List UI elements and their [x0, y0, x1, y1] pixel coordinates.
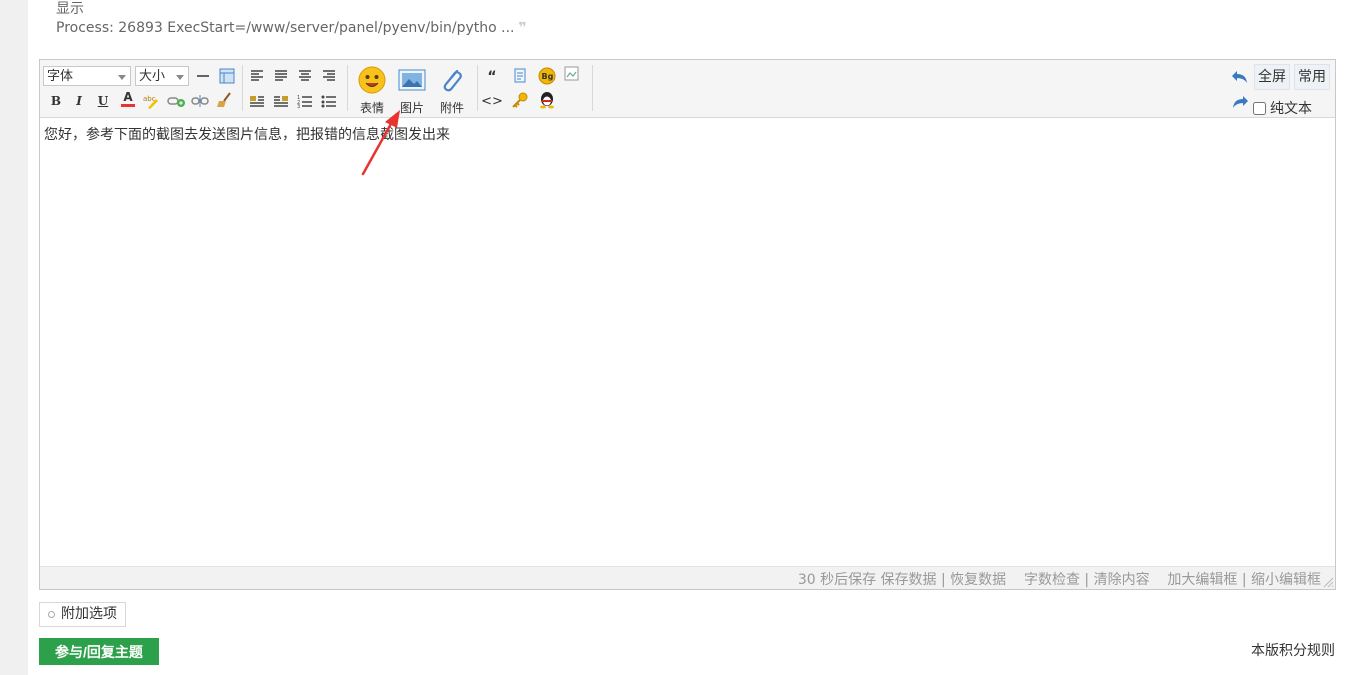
- align-right-button[interactable]: [319, 67, 339, 85]
- unordered-list-icon: [321, 95, 336, 108]
- toolbar-divider: [347, 65, 348, 111]
- svg-text:3: 3: [297, 104, 300, 108]
- broken-image-icon: [564, 66, 579, 81]
- submit-reply-button[interactable]: 参与/回复主题: [39, 638, 159, 665]
- qq-penguin-icon: [540, 92, 554, 109]
- editor-toolbar: 字体 大小 B I U A abc 1 2 3 表情 图片 附件 “ Bg <>…: [40, 60, 1335, 118]
- font-color-button[interactable]: A: [118, 90, 138, 108]
- float-right-button[interactable]: [271, 92, 291, 110]
- html-code-button[interactable]: <>: [481, 92, 503, 110]
- highlight-button[interactable]: abc: [141, 92, 161, 110]
- plaintext-toggle[interactable]: 纯文本: [1253, 98, 1312, 118]
- unordered-list-button[interactable]: [319, 92, 339, 110]
- undo-button[interactable]: [1230, 68, 1250, 86]
- ordered-list-icon: 123: [297, 95, 312, 108]
- key-icon: [512, 92, 528, 108]
- common-mode-button[interactable]: 常用: [1294, 64, 1330, 90]
- paperclip-icon: [443, 69, 462, 92]
- ordered-list-button[interactable]: 123: [295, 92, 315, 110]
- float-right-icon: [274, 96, 288, 107]
- toolbar-divider: [592, 65, 593, 111]
- clear-format-button[interactable]: [215, 91, 235, 109]
- table-button[interactable]: [217, 67, 237, 85]
- bold-button[interactable]: B: [46, 92, 66, 110]
- plaintext-label: 纯文本: [1270, 101, 1312, 117]
- italic-button[interactable]: I: [69, 92, 89, 110]
- quoted-message: 显示 Process: 26893 ExecStart=/www/server/…: [56, 0, 527, 38]
- qq-button[interactable]: [537, 91, 557, 109]
- password-button[interactable]: [510, 91, 530, 109]
- float-left-button[interactable]: [247, 92, 267, 110]
- align-left-icon: [251, 70, 263, 81]
- insert-link-button[interactable]: [166, 92, 186, 110]
- bullet-icon: [48, 610, 55, 618]
- attachment-label: 附件: [439, 101, 464, 115]
- redo-arrow-icon: [1233, 96, 1248, 108]
- broken-image-button[interactable]: [562, 65, 582, 83]
- font-color-label: A: [123, 90, 133, 104]
- quote-line-1: 显示: [56, 1, 84, 17]
- chevron-down-icon: [118, 75, 126, 80]
- bg-color-icon: Bg: [538, 67, 556, 85]
- status-actions[interactable]: 30 秒后保存 保存数据 | 恢复数据 字数检查 | 清除内容 加大编辑框 | …: [798, 569, 1321, 589]
- quote-text: Process: 26893 ExecStart=/www/server/pan…: [56, 20, 515, 36]
- attachment-button[interactable]: 附件: [434, 66, 470, 116]
- font-family-select[interactable]: 字体: [43, 66, 131, 86]
- svg-text:Bg: Bg: [542, 72, 554, 81]
- quote-line-2: Process: 26893 ExecStart=/www/server/pan…: [56, 19, 527, 38]
- fullscreen-button[interactable]: 全屏: [1254, 64, 1290, 90]
- annotation-arrow-icon: [361, 110, 400, 176]
- float-left-icon: [250, 96, 264, 107]
- unlink-button[interactable]: [190, 92, 210, 110]
- close-quote-icon: ❞: [518, 20, 527, 36]
- align-center-button[interactable]: [271, 67, 291, 85]
- plaintext-checkbox[interactable]: [1253, 101, 1266, 115]
- broom-icon: [217, 92, 231, 107]
- unlink-icon: [191, 95, 209, 107]
- resize-grip-icon[interactable]: [1322, 576, 1334, 588]
- undo-arrow-icon: [1232, 71, 1247, 83]
- align-right-icon: [323, 70, 335, 81]
- font-family-select-label: 字体: [47, 69, 74, 84]
- horizontal-rule-button[interactable]: [193, 67, 213, 85]
- highlight-icon: abc: [143, 95, 158, 109]
- font-size-select-label: 大小: [139, 69, 166, 84]
- font-color-swatch: [121, 104, 135, 107]
- image-icon: [398, 69, 426, 91]
- chevron-down-icon: [176, 75, 184, 80]
- link-icon: [167, 97, 185, 107]
- quote-button[interactable]: “: [482, 68, 502, 86]
- underline-button[interactable]: U: [93, 92, 113, 110]
- additional-options-label: 附加选项: [61, 606, 117, 622]
- font-size-select[interactable]: 大小: [135, 66, 189, 86]
- horizontal-rule-icon: [197, 75, 209, 77]
- document-icon: [514, 68, 526, 83]
- left-sidebar-strip: [0, 0, 28, 675]
- toolbar-divider: [242, 65, 243, 111]
- align-left-button[interactable]: [247, 67, 267, 85]
- forum-rules-link[interactable]: 本版积分规则: [1251, 640, 1335, 660]
- smiley-icon: [358, 66, 386, 94]
- align-center-icon: [299, 70, 311, 81]
- align-middle-button[interactable]: [295, 67, 315, 85]
- background-button[interactable]: Bg: [537, 67, 557, 85]
- additional-options-button[interactable]: 附加选项: [39, 602, 126, 627]
- toolbar-divider: [477, 65, 478, 111]
- editor-status-bar: 30 秒后保存 保存数据 | 恢复数据 字数检查 | 清除内容 加大编辑框 | …: [40, 566, 1335, 589]
- code-block-button[interactable]: [510, 67, 530, 85]
- redo-button[interactable]: [1230, 93, 1250, 111]
- align-justify-icon: [275, 70, 287, 81]
- table-icon: [219, 68, 235, 84]
- reply-editor: 字体 大小 B I U A abc 1 2 3 表情 图片 附件 “ Bg <>…: [39, 59, 1336, 590]
